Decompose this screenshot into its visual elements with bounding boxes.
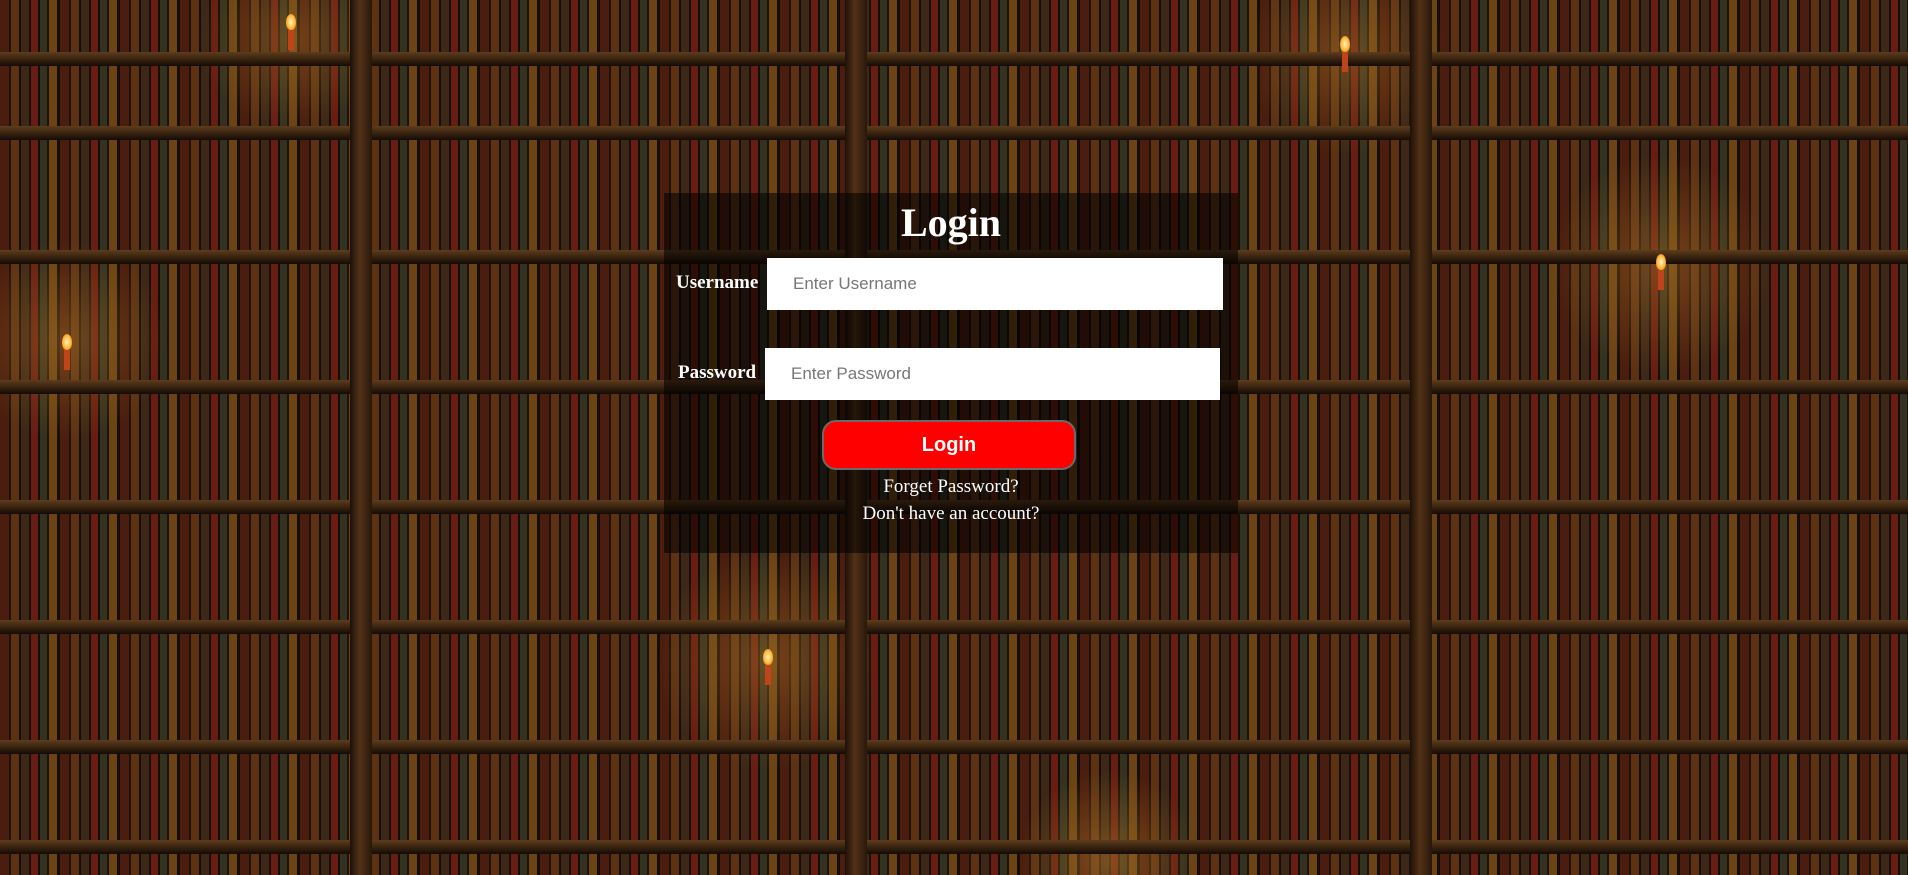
candle-icon — [1656, 254, 1666, 290]
signup-link[interactable]: Don't have an account? — [664, 503, 1238, 525]
forgot-password-link[interactable]: Forget Password? — [664, 476, 1238, 498]
candle-icon — [286, 14, 296, 50]
candle-icon — [1340, 36, 1350, 72]
username-input[interactable] — [767, 258, 1223, 310]
login-button[interactable]: Login — [822, 420, 1076, 470]
login-panel: Login Username Password Login Forget Pas… — [664, 193, 1238, 553]
username-label: Username — [676, 272, 759, 293]
candle-icon — [763, 649, 773, 685]
password-label: Password — [678, 362, 757, 383]
password-input[interactable] — [765, 348, 1220, 400]
candle-icon — [62, 334, 72, 370]
login-title: Login — [900, 200, 1002, 245]
